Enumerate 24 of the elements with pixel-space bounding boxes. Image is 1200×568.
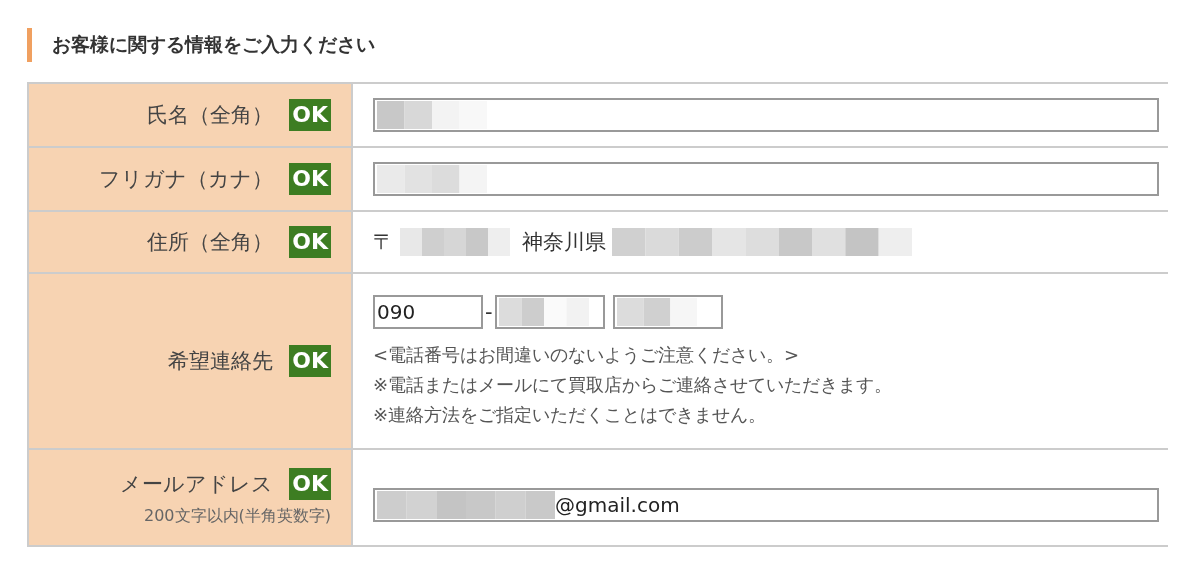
- ok-badge: OK: [289, 99, 331, 131]
- ok-badge: OK: [289, 468, 331, 500]
- field-label: 希望連絡先: [168, 348, 274, 375]
- field-label: 氏名（全角）: [147, 102, 274, 129]
- field-label: 住所（全角）: [147, 229, 274, 256]
- input-field[interactable]: [373, 98, 1159, 132]
- input-field[interactable]: @gmail.com: [373, 487, 1159, 522]
- note-text: ※電話またはメールにて買取店からご連絡させていただきます。: [373, 373, 894, 397]
- section-heading: お客様に関する情報をご入力ください: [27, 28, 1168, 62]
- ok-badge: OK: [289, 345, 331, 377]
- ok-badge: OK: [289, 163, 331, 195]
- input-field[interactable]: [494, 295, 605, 329]
- prefecture-text: 神奈川県: [522, 229, 606, 256]
- separator: -: [485, 300, 493, 324]
- note-text: <電話番号はお間違いのないようご注意ください。>: [373, 343, 801, 367]
- field-label: メールアドレス: [120, 471, 274, 498]
- field-hint: 200文字以内(半角英数字): [143, 506, 331, 527]
- note-text: ※連絡方法をご指定いただくことはできません。: [373, 403, 768, 427]
- field-label: フリガナ（カナ）: [99, 166, 274, 193]
- input-field[interactable]: [373, 162, 1159, 196]
- postal-mark: 〒: [373, 229, 394, 256]
- ok-badge: OK: [289, 226, 331, 258]
- input-field[interactable]: 090: [373, 295, 483, 329]
- input-field[interactable]: [612, 295, 723, 329]
